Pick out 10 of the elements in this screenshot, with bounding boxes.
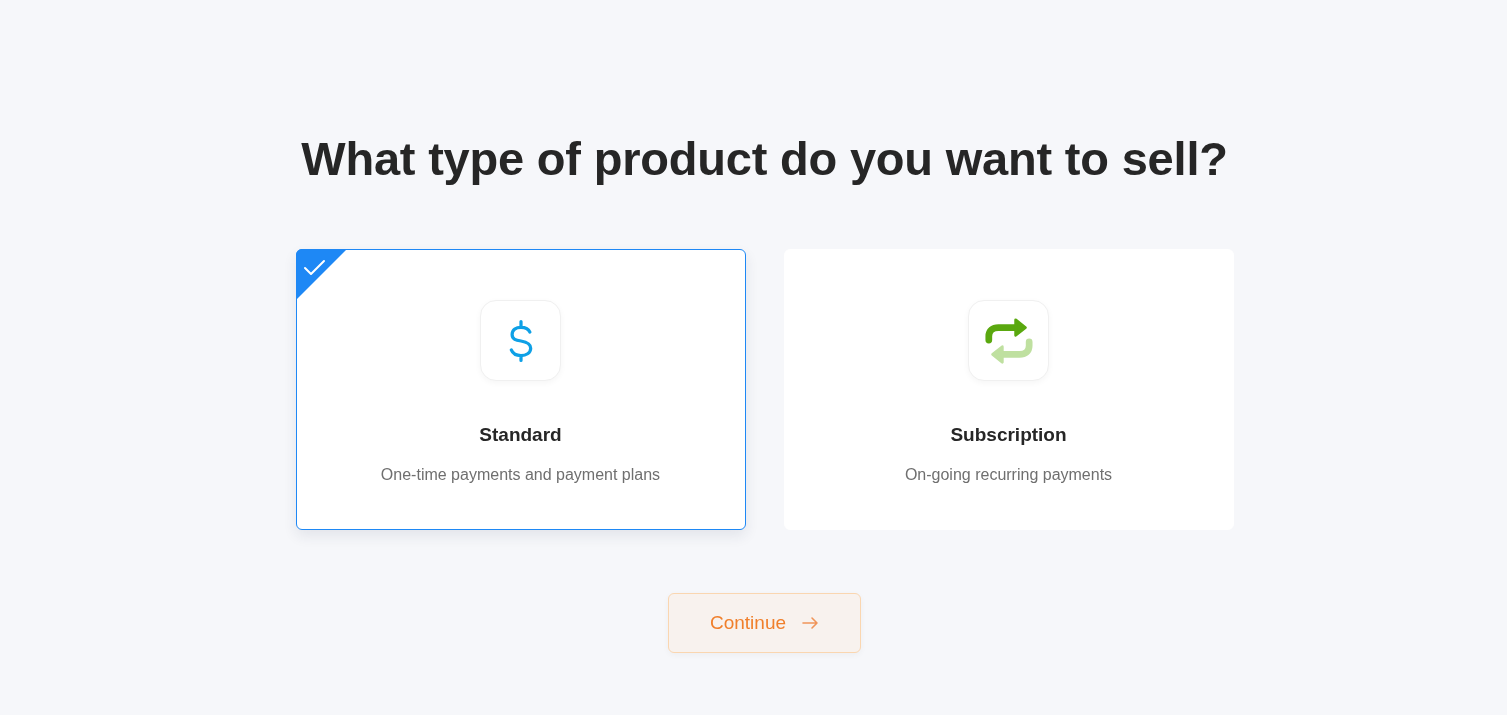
option-title: Subscription: [950, 423, 1067, 448]
page-heading: What type of product do you want to sell?: [301, 131, 1228, 187]
option-card[interactable]: Subscription On-going recurring payments: [783, 249, 1234, 531]
option-title: Standard: [479, 423, 562, 448]
option-description: One-time payments and payment plans: [380, 464, 661, 485]
check-corner-icon: [295, 249, 347, 301]
option-description: On-going recurring payments: [904, 464, 1113, 485]
option-card[interactable]: Standard One-time payments and payment plans: [295, 249, 746, 531]
repeat-arrows-icon: [984, 316, 1033, 365]
arrow-right-icon: [802, 616, 820, 631]
